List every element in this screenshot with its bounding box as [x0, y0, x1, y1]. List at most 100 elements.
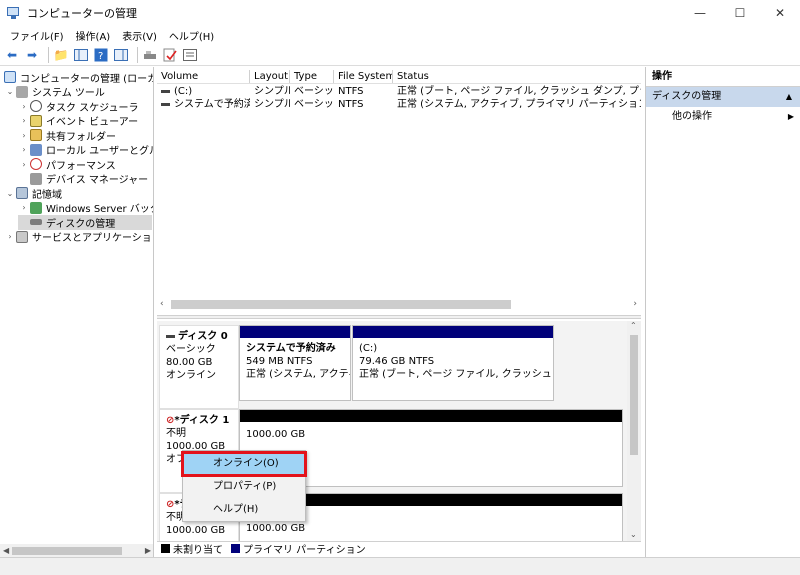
volume-name: (C:)	[157, 85, 250, 99]
services-icon	[16, 230, 28, 243]
partition-size: 79.46 GB NTFS	[359, 356, 435, 367]
tree-item-event-viewer[interactable]: › イベント ビューアー	[18, 114, 139, 129]
expand-icon[interactable]: ›	[18, 102, 30, 111]
pane-splitter[interactable]	[157, 315, 641, 319]
tree-item-performance[interactable]: › パフォーマンス	[18, 157, 116, 172]
expand-icon[interactable]: ⌄	[4, 87, 16, 96]
menu-bar: ファイル(F) 操作(A) 表示(V) ヘルプ(H)	[0, 26, 800, 44]
volume-status: 正常 (ブート, ページ ファイル, クラッシュ ダンプ, プライマリ パーティ…	[397, 86, 641, 97]
tree-item-label: パフォーマンス	[46, 160, 116, 172]
properties-icon[interactable]	[182, 47, 198, 63]
scroll-left-icon[interactable]: ◀	[3, 546, 9, 555]
column-layout[interactable]: Layout	[250, 70, 290, 83]
help-icon[interactable]: ?	[93, 47, 109, 63]
expand-icon[interactable]: ›	[18, 145, 30, 154]
tree-item-device-manager[interactable]: デバイス マネージャー	[18, 172, 148, 186]
volume-name: システムで予約済み	[157, 98, 250, 112]
tree-item-label: イベント ビューアー	[46, 117, 139, 129]
actions-section-disk-management[interactable]: ディスクの管理 ▲	[646, 87, 800, 107]
scroll-left-icon[interactable]: ‹	[160, 299, 164, 309]
actions-header: 操作	[646, 67, 800, 87]
scroll-down-icon[interactable]: ⌄	[630, 530, 637, 539]
tools-icon	[16, 85, 28, 98]
disk-type: ベーシック	[166, 344, 216, 355]
partition-name: (C:)	[359, 343, 378, 354]
scroll-right-icon[interactable]: ▶	[145, 546, 151, 555]
legend: 未割り当て プライマリ パーティション	[157, 541, 641, 556]
up-folder-icon[interactable]: 📁	[53, 47, 69, 63]
volume-file-system: NTFS	[338, 99, 364, 110]
volume-icon	[161, 89, 170, 93]
expand-icon[interactable]: ›	[18, 131, 30, 140]
tree-item-services-applications[interactable]: › サービスとアプリケーション	[4, 230, 154, 245]
volume-row[interactable]: システムで予約済み シンプル ベーシック NTFS 正常 (システム, アクティ…	[157, 98, 641, 112]
unallocated-size: 1000.00 GB	[246, 429, 306, 440]
tree-item-label: サービスとアプリケーション	[32, 233, 154, 245]
menu-help[interactable]: ヘルプ(H)	[163, 28, 220, 43]
disk-context-menu: オンライン(O) プロパティ(P) ヘルプ(H)	[181, 450, 307, 522]
tree-item-local-users[interactable]: › ローカル ユーザーとグループ	[18, 143, 153, 157]
window-title: コンピューターの管理	[27, 7, 137, 20]
toolbar-separator	[48, 46, 49, 63]
actions-section-label: ディスクの管理	[652, 91, 722, 102]
legend-unallocated: 未割り当て	[173, 545, 223, 556]
column-volume[interactable]: Volume	[157, 70, 250, 83]
tree-item-windows-server-backup[interactable]: › Windows Server バックアッ	[18, 201, 153, 215]
forward-arrow-icon[interactable]: ➡	[24, 47, 40, 63]
menu-action[interactable]: 操作(A)	[70, 28, 117, 43]
volume-layout: シンプル	[254, 99, 290, 110]
show-tree-icon[interactable]	[73, 47, 89, 63]
tree-item-system-tools[interactable]: ⌄ システム ツール	[4, 85, 105, 99]
column-status[interactable]: Status	[393, 70, 641, 83]
check-icon[interactable]	[162, 47, 178, 63]
partition-c[interactable]: (C:) 79.46 GB NTFS 正常 (ブート, ページ ファイル, クラ…	[352, 325, 554, 401]
tree-item-storage[interactable]: ⌄ 記憶域	[4, 186, 62, 201]
partition-system-reserved[interactable]: システムで予約済み 549 MB NTFS 正常 (システム, アクティブ, プ	[239, 325, 351, 401]
volume-row[interactable]: (C:) シンプル ベーシック NTFS 正常 (ブート, ページ ファイル, …	[157, 85, 641, 99]
partition-status: 正常 (ブート, ページ ファイル, クラッシュ ダンプ, プライマ	[359, 369, 553, 380]
expand-icon[interactable]: ›	[4, 232, 16, 241]
expand-icon[interactable]: ›	[18, 160, 30, 169]
menu-view[interactable]: 表示(V)	[116, 28, 163, 43]
expand-icon[interactable]: ⌄	[4, 189, 16, 198]
close-button[interactable]: ✕	[760, 0, 800, 26]
performance-icon	[30, 158, 42, 171]
back-arrow-icon[interactable]: ⬅	[4, 47, 20, 63]
tree-item-computer-management[interactable]: コンピューターの管理 (ローカル)	[4, 70, 153, 85]
backup-icon	[30, 201, 42, 214]
scroll-up-icon[interactable]: ⌃	[630, 321, 637, 330]
actions-item-label: 他の操作	[672, 111, 712, 122]
disk-size: 1000.00 GB	[166, 525, 226, 536]
disk-view-vertical-scrollbar[interactable]: ⌃ ⌄	[627, 321, 641, 541]
rescan-icon[interactable]	[142, 47, 158, 63]
users-icon	[30, 143, 42, 156]
collapse-icon[interactable]: ▲	[786, 87, 792, 107]
scrollbar-thumb[interactable]	[171, 299, 511, 309]
panel-icon[interactable]	[113, 47, 129, 63]
tree-horizontal-scrollbar[interactable]: ◀ ▶	[0, 544, 153, 557]
menu-item-properties[interactable]: プロパティ(P)	[183, 476, 305, 498]
menu-item-help[interactable]: ヘルプ(H)	[183, 499, 305, 521]
expand-icon[interactable]: ›	[18, 116, 30, 125]
volume-layout: シンプル	[254, 86, 290, 97]
column-file-system[interactable]: File System	[334, 70, 393, 83]
minimize-button[interactable]: —	[680, 0, 720, 26]
maximize-button[interactable]: ☐	[720, 0, 760, 26]
menu-item-online[interactable]: オンライン(O)	[181, 451, 307, 477]
scrollbar-thumb[interactable]	[12, 546, 122, 555]
tree-item-task-scheduler[interactable]: › タスク スケジューラ	[18, 99, 138, 114]
volume-list-horizontal-scrollbar[interactable]: ‹ ›	[157, 297, 641, 311]
menu-file[interactable]: ファイル(F)	[4, 28, 70, 43]
expand-icon[interactable]: ›	[18, 203, 30, 212]
disk-0-label[interactable]: ディスク 0 ベーシック 80.00 GB オンライン	[159, 325, 239, 409]
scrollbar-thumb[interactable]	[630, 335, 638, 455]
scroll-right-icon[interactable]: ›	[633, 299, 637, 309]
tree-item-disk-management[interactable]: ディスクの管理	[18, 215, 152, 230]
tree-item-label: タスク スケジューラ	[46, 102, 139, 114]
actions-more-actions[interactable]: 他の操作 ▶	[646, 107, 800, 127]
partition-name: システムで予約済み	[246, 343, 336, 354]
folder-icon	[30, 129, 42, 142]
submenu-arrow-icon: ▶	[787, 112, 794, 121]
column-type[interactable]: Type	[290, 70, 334, 83]
tree-item-shared-folders[interactable]: › 共有フォルダー	[18, 128, 116, 143]
